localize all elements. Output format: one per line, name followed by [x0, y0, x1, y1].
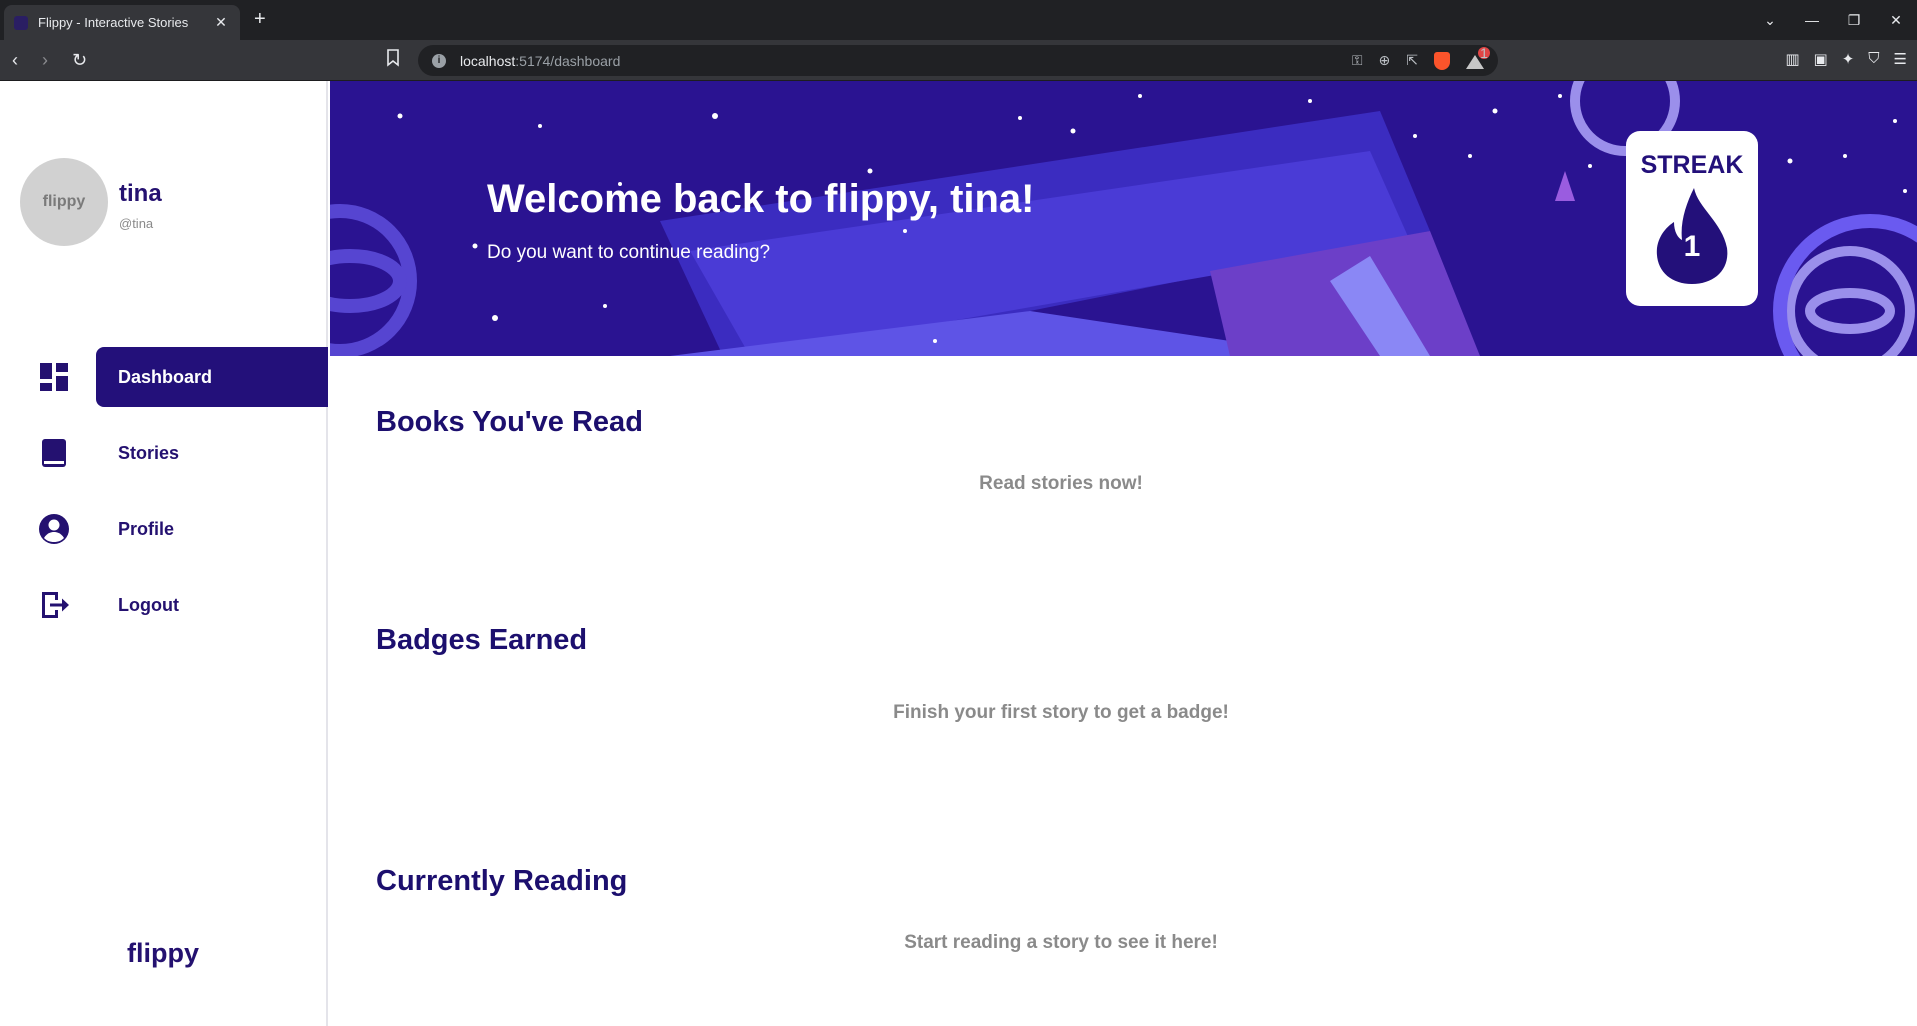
sidebar-nav: Dashboard Stories Profile Logout [0, 347, 328, 651]
new-tab-icon[interactable]: + [254, 8, 266, 30]
address-bar[interactable]: i localhost:5174/dashboard ⚿ ⊕ ⇱ 1 [418, 45, 1498, 76]
leo-ai-icon[interactable]: ✦ [1842, 50, 1855, 68]
sidebar-item-dashboard[interactable]: Dashboard [0, 347, 328, 407]
password-key-icon[interactable]: ⚿ [1352, 52, 1363, 69]
welcome-subtitle: Do you want to continue reading? [487, 242, 771, 263]
sidebar: flippy tina @tina Dashboard Stories Prof… [0, 81, 328, 1026]
sidebar-item-logout[interactable]: Logout [0, 575, 328, 635]
avatar-text: flippy [42, 193, 86, 210]
sidebar-item-stories[interactable]: Stories [0, 423, 328, 483]
streak-count: 1 [1683, 230, 1701, 263]
reload-icon[interactable]: ↻ [72, 49, 87, 71]
brave-rewards-icon[interactable]: 1 [1466, 46, 1490, 69]
main-content: Welcome back to flippy, tina! Do you wan… [330, 81, 1917, 1026]
avatar: flippy [20, 158, 108, 246]
books-read-title: Books You've Read [376, 406, 643, 438]
share-icon[interactable]: ⇱ [1406, 52, 1418, 69]
logout-icon [42, 592, 69, 618]
zoom-icon[interactable]: ⊕ [1379, 52, 1391, 69]
currently-reading-empty-text: Start reading a story to see it here! [904, 932, 1218, 953]
browser-tab[interactable]: Flippy - Interactive Stories ✕ [4, 5, 240, 40]
user-handle: @tina [119, 216, 154, 231]
sidebar-toggle-icon[interactable]: ▥ [1785, 50, 1799, 68]
account-circle-icon [39, 514, 69, 544]
site-info-icon[interactable]: i [432, 53, 446, 68]
sidebar-item-profile[interactable]: Profile [0, 499, 328, 559]
browser-tab-bar: Flippy - Interactive Stories ✕ + ⌄ — ❐ ✕ [0, 0, 1917, 40]
welcome-banner: Welcome back to flippy, tina! Do you wan… [330, 81, 1917, 356]
streak-label: STREAK [1640, 151, 1744, 179]
window-controls: ⌄ — ❐ ✕ [1749, 0, 1917, 40]
dashboard-icon [40, 363, 68, 391]
forward-icon[interactable]: › [42, 49, 48, 71]
tab-close-icon[interactable]: ✕ [212, 14, 230, 31]
back-icon[interactable]: ‹ [12, 49, 18, 71]
currently-reading-title: Currently Reading [376, 865, 628, 897]
sidebar-item-label: Stories [118, 442, 180, 463]
brave-shields-icon[interactable] [1434, 51, 1450, 70]
minimize-icon[interactable]: — [1791, 12, 1833, 28]
tab-title: Flippy - Interactive Stories [38, 15, 189, 30]
tab-favicon-icon [14, 15, 28, 30]
welcome-title: Welcome back to flippy, tina! [487, 177, 1035, 221]
flame-icon: 1 [1652, 186, 1732, 286]
streak-card: STREAK 1 [1626, 131, 1758, 306]
badges-earned-title: Badges Earned [376, 624, 588, 656]
tab-search-icon[interactable]: ⌄ [1749, 12, 1791, 29]
brand-logo: flippy [127, 938, 199, 968]
sidebar-item-label: Logout [118, 594, 179, 615]
user-name: tina [119, 180, 162, 207]
book-icon [42, 439, 66, 467]
sidebar-item-label: Dashboard [96, 347, 328, 407]
wallet-icon[interactable]: ▣ [1814, 50, 1828, 68]
restore-icon[interactable]: ❐ [1833, 12, 1875, 29]
close-window-icon[interactable]: ✕ [1875, 12, 1917, 29]
app-root: flippy tina @tina Dashboard Stories Prof… [0, 81, 1917, 1026]
menu-icon[interactable]: ☰ [1894, 50, 1907, 68]
vpn-icon[interactable]: ⛉ [1868, 50, 1879, 68]
address-url[interactable]: localhost:5174/dashboard [460, 53, 1352, 69]
badges-empty-text: Finish your first story to get a badge! [893, 702, 1229, 723]
bookmark-icon[interactable] [386, 49, 400, 72]
browser-toolbar: ‹ › ↻ i localhost:5174/dashboard ⚿ ⊕ ⇱ 1… [0, 40, 1917, 81]
books-read-empty-text: Read stories now! [979, 473, 1143, 494]
sidebar-item-label: Profile [118, 518, 175, 539]
